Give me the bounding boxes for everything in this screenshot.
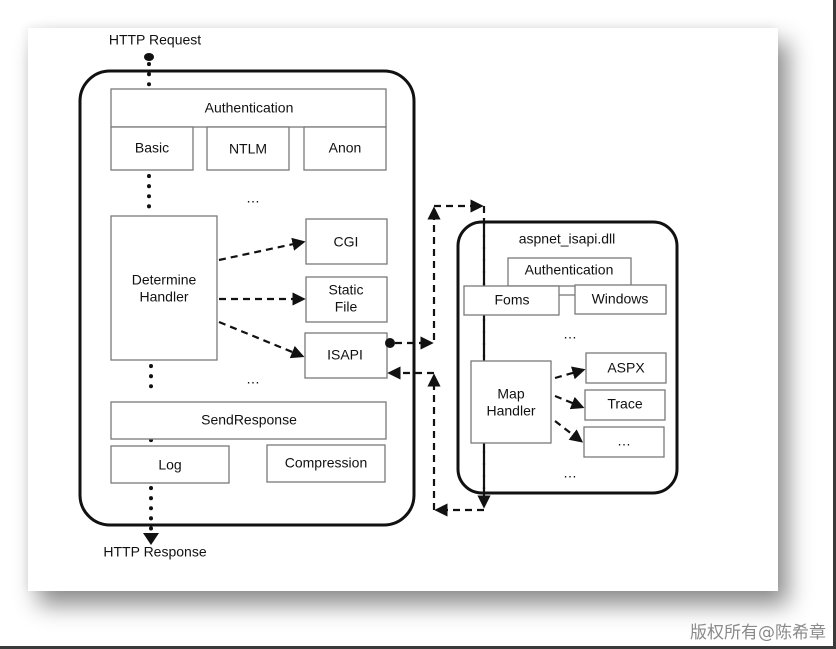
http-response-label: HTTP Response: [103, 544, 206, 560]
more-handlers-label: …: [617, 433, 631, 449]
determine-handler-label-line1: Determine: [132, 272, 197, 288]
aspx-label: ASPX: [607, 360, 645, 376]
ellipsis-upper: …: [246, 190, 260, 206]
static-file-label-line2: File: [335, 299, 358, 315]
auth-basic-label: Basic: [135, 140, 169, 156]
compression-label: Compression: [285, 455, 367, 471]
map-handler-label-line2: Handler: [486, 403, 535, 419]
iis-pipeline-diagram: HTTP Request HTTP Response Authenticatio…: [78, 32, 679, 560]
isapi-label: ISAPI: [327, 347, 363, 363]
ellipsis-lower: …: [246, 371, 260, 387]
iis-authentication-label: Authentication: [205, 100, 294, 116]
request-entry-dot: [144, 53, 154, 61]
arrow-to-cgi: [218, 237, 306, 262]
map-handler-label-line1: Map: [497, 386, 524, 402]
isapi-connector-dot: [385, 338, 395, 348]
arrow-to-isapi: [218, 320, 305, 359]
http-request-label: HTTP Request: [109, 32, 201, 48]
send-response-label: SendResponse: [201, 412, 297, 428]
log-label: Log: [158, 457, 181, 473]
aspnet-ellipsis-upper: …: [563, 326, 577, 342]
aspnet-authentication-label: Authentication: [525, 262, 614, 278]
auth-forms-label: Foms: [495, 292, 530, 308]
arrow-to-more-handlers: [554, 420, 584, 443]
trace-label: Trace: [607, 396, 642, 412]
aspnet-ellipsis-lower: …: [563, 465, 577, 481]
arrow-to-aspx: [554, 366, 586, 380]
static-file-label-line1: Static: [328, 282, 363, 298]
auth-ntlm-label: NTLM: [229, 141, 267, 157]
auth-anon-label: Anon: [329, 140, 362, 156]
auth-windows-label: Windows: [592, 291, 649, 307]
arrow-to-trace: [554, 394, 585, 410]
copyright-watermark: 版权所有@陈希章: [690, 623, 826, 643]
aspnet-title: aspnet_isapi.dll: [519, 231, 616, 247]
determine-handler-label-line2: Handler: [139, 289, 188, 305]
cgi-label: CGI: [334, 234, 359, 250]
